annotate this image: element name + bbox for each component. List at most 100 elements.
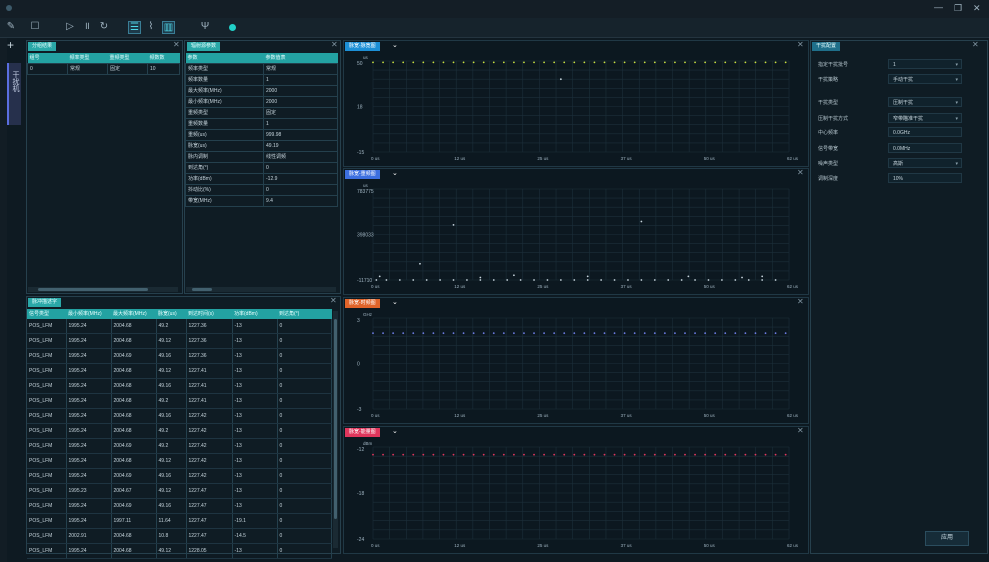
col-header[interactable]: 到达时间(s) bbox=[186, 309, 232, 319]
data-point bbox=[553, 453, 556, 456]
tab-group-result[interactable]: 分组结果 bbox=[28, 42, 57, 51]
col-header[interactable]: 信号类型 bbox=[27, 309, 66, 319]
cell: 1227.47 bbox=[186, 483, 233, 499]
chevron-down-icon[interactable]: ⌄ bbox=[392, 298, 398, 306]
chevron-down-icon[interactable]: ⌄ bbox=[392, 169, 398, 177]
table-row[interactable]: 0 常规 固定 10 bbox=[27, 63, 180, 75]
table-row[interactable]: POS_LFM 2002.91 2004.68 10.8 1227.47 -14.5 0 bbox=[27, 528, 332, 544]
config-select[interactable]: 窄带瞄准干扰 ▾ bbox=[888, 113, 962, 123]
square-icon[interactable]: ☐ bbox=[29, 21, 41, 33]
table-row[interactable]: POS_LFM 1995.24 2004.68 49.12 1227.42 -13 0 bbox=[27, 453, 332, 469]
close-icon[interactable]: ✕ bbox=[797, 427, 804, 435]
pause-icon[interactable]: ॥ bbox=[81, 21, 93, 33]
col-header[interactable]: 最小频率(MHz) bbox=[66, 309, 111, 319]
config-select[interactable]: 压制干扰 ▾ bbox=[888, 97, 962, 107]
col-header[interactable]: 脉宽(us) bbox=[156, 309, 186, 319]
data-point bbox=[680, 279, 683, 281]
table-row[interactable]: 最小频率(MHz) 2000 bbox=[185, 96, 338, 108]
table-row[interactable]: POS_LFM 1995.24 2004.68 49.2 1227.36 -13 0 bbox=[27, 319, 332, 334]
table-row[interactable]: POS_LFM 1995.24 2004.68 49.2 1227.41 -13 0 bbox=[27, 393, 332, 409]
config-input[interactable]: 0.0GHz bbox=[888, 127, 962, 137]
list-icon[interactable]: ☰ bbox=[128, 21, 141, 34]
tab-pulse-descriptor[interactable]: 脉冲描述字 bbox=[28, 298, 62, 307]
waveform-icon[interactable]: ⌇ bbox=[145, 21, 157, 33]
col-header[interactable]: 功率(dBm) bbox=[232, 309, 277, 319]
table-row[interactable]: 功率(dBm) -12.9 bbox=[185, 173, 338, 185]
table-row[interactable]: POS_LFM 1995.24 2004.68 49.2 1227.42 -13 0 bbox=[27, 423, 332, 439]
col-header[interactable]: 重频类型 bbox=[107, 53, 148, 64]
table-row[interactable]: 脉内调制 线性调频 bbox=[185, 151, 338, 163]
table-row[interactable]: 带宽(MHz) 9.4 bbox=[185, 195, 338, 207]
table-row[interactable]: 脉宽(us) 49.19 bbox=[185, 140, 338, 152]
jammer-side-tab[interactable]: 干扰机 bbox=[7, 63, 21, 125]
table-row[interactable]: POS_LFM 1995.24 2004.68 49.12 1228.05 -13 0 bbox=[27, 543, 332, 559]
cell: 2000 bbox=[263, 85, 338, 97]
close-icon[interactable]: ✕ bbox=[972, 41, 979, 49]
table-row[interactable]: POS_LFM 1995.24 2004.68 49.16 1227.42 -13 0 bbox=[27, 408, 332, 424]
config-select[interactable]: 高斯 ▾ bbox=[888, 158, 962, 168]
table-row[interactable]: POS_LFM 1995.24 1997.11 11.64 1227.47 -19.1 0 bbox=[27, 513, 332, 529]
tab-jamming-config[interactable]: 干扰配置 bbox=[812, 42, 841, 51]
y-tick-label: 0 bbox=[357, 362, 360, 368]
close-icon[interactable]: ✕ bbox=[173, 41, 180, 49]
data-point bbox=[643, 453, 646, 456]
config-select[interactable]: 手动干扰 ▾ bbox=[888, 74, 962, 84]
table-row[interactable]: POS_LFM 1995.24 2004.69 49.16 1227.42 -13 0 bbox=[27, 468, 332, 484]
table-row[interactable]: 频率类型 常规 bbox=[185, 63, 338, 75]
cell: 1227.36 bbox=[186, 348, 233, 364]
close-icon[interactable]: ✕ bbox=[330, 297, 337, 305]
horizontal-scrollbar[interactable] bbox=[186, 287, 336, 292]
close-icon[interactable]: ✕ bbox=[797, 298, 804, 306]
minimize-button[interactable]: — bbox=[934, 2, 943, 12]
col-header[interactable]: 参数值表 bbox=[263, 53, 338, 64]
config-input[interactable]: 10% bbox=[888, 173, 962, 183]
table-row[interactable]: POS_LFM 1995.24 2004.69 49.16 1227.47 -13 0 bbox=[27, 498, 332, 514]
pen-icon[interactable]: ✎ bbox=[5, 21, 17, 33]
close-icon[interactable]: ✕ bbox=[797, 169, 804, 177]
record-icon[interactable] bbox=[229, 24, 236, 31]
col-header[interactable]: 最大频率(MHz) bbox=[111, 309, 156, 319]
chart-title-dropdown[interactable]: 脉宽-能量图 bbox=[345, 428, 380, 437]
chevron-down-icon[interactable]: ⌄ bbox=[392, 41, 398, 49]
close-icon[interactable]: ✕ bbox=[331, 41, 338, 49]
chart-title-dropdown[interactable]: 脉宽-时频图 bbox=[345, 299, 380, 308]
table-row[interactable]: POS_LFM 1995.24 2004.68 49.12 1227.41 -13 0 bbox=[27, 363, 332, 379]
data-point bbox=[392, 453, 395, 456]
col-header[interactable]: 频率类型 bbox=[67, 53, 108, 64]
col-header[interactable]: 参数 bbox=[185, 53, 264, 64]
chart-title-dropdown[interactable]: 脉宽-重频图 bbox=[345, 170, 380, 179]
table-row[interactable]: 频率数量 1 bbox=[185, 74, 338, 86]
apply-button[interactable]: 应用 bbox=[925, 531, 969, 546]
chevron-down-icon[interactable]: ⌄ bbox=[392, 427, 398, 435]
data-point bbox=[774, 453, 777, 456]
add-icon[interactable]: + bbox=[7, 38, 14, 52]
antenna-icon[interactable]: Ψ bbox=[199, 21, 211, 33]
data-point bbox=[432, 453, 435, 456]
table-row[interactable]: 重频类型 固定 bbox=[185, 107, 338, 119]
maximize-button[interactable]: ❐ bbox=[954, 3, 962, 14]
col-header[interactable]: 组号 bbox=[27, 53, 68, 64]
table-row[interactable]: POS_LFM 1995.23 2004.67 49.12 1227.47 -13 0 bbox=[27, 483, 332, 499]
table-row[interactable]: 重频(us) 999.98 bbox=[185, 129, 338, 141]
col-header[interactable]: 频数数 bbox=[147, 53, 180, 64]
table-row[interactable]: POS_LFM 1995.24 2004.69 49.2 1227.42 -13 0 bbox=[27, 438, 332, 454]
table-row[interactable]: 抖动比(%) 0 bbox=[185, 184, 338, 196]
horizontal-scrollbar[interactable] bbox=[28, 287, 178, 292]
close-icon[interactable]: ✕ bbox=[797, 41, 804, 49]
table-row[interactable]: 最大频率(MHz) 2000 bbox=[185, 85, 338, 97]
vertical-scrollbar[interactable] bbox=[333, 311, 338, 548]
config-input[interactable]: 0.0MHz bbox=[888, 143, 962, 153]
bar-chart-icon[interactable]: ▥ bbox=[162, 21, 175, 34]
play-icon[interactable]: ▷ bbox=[64, 21, 76, 33]
config-select[interactable]: 1 ▾ bbox=[888, 59, 962, 69]
chart-title-dropdown[interactable]: 脉宽-脉宽图 bbox=[345, 42, 380, 51]
table-row[interactable]: POS_LFM 1995.24 2004.68 49.12 1227.36 -13 0 bbox=[27, 333, 332, 349]
table-row[interactable]: 重频数量 1 bbox=[185, 118, 338, 130]
table-row[interactable]: POS_LFM 1995.24 2004.69 49.16 1227.36 -13 0 bbox=[27, 348, 332, 364]
table-row[interactable]: POS_LFM 1995.24 2004.68 49.16 1227.41 -13 0 bbox=[27, 378, 332, 394]
refresh-icon[interactable]: ↻ bbox=[98, 21, 110, 33]
close-window-button[interactable]: ✕ bbox=[973, 3, 981, 14]
table-row[interactable]: 到达角(°) 0 bbox=[185, 162, 338, 174]
tab-emitter-params[interactable]: 辐射源参数 bbox=[187, 42, 221, 51]
col-header[interactable]: 到达角(°) bbox=[277, 309, 332, 319]
